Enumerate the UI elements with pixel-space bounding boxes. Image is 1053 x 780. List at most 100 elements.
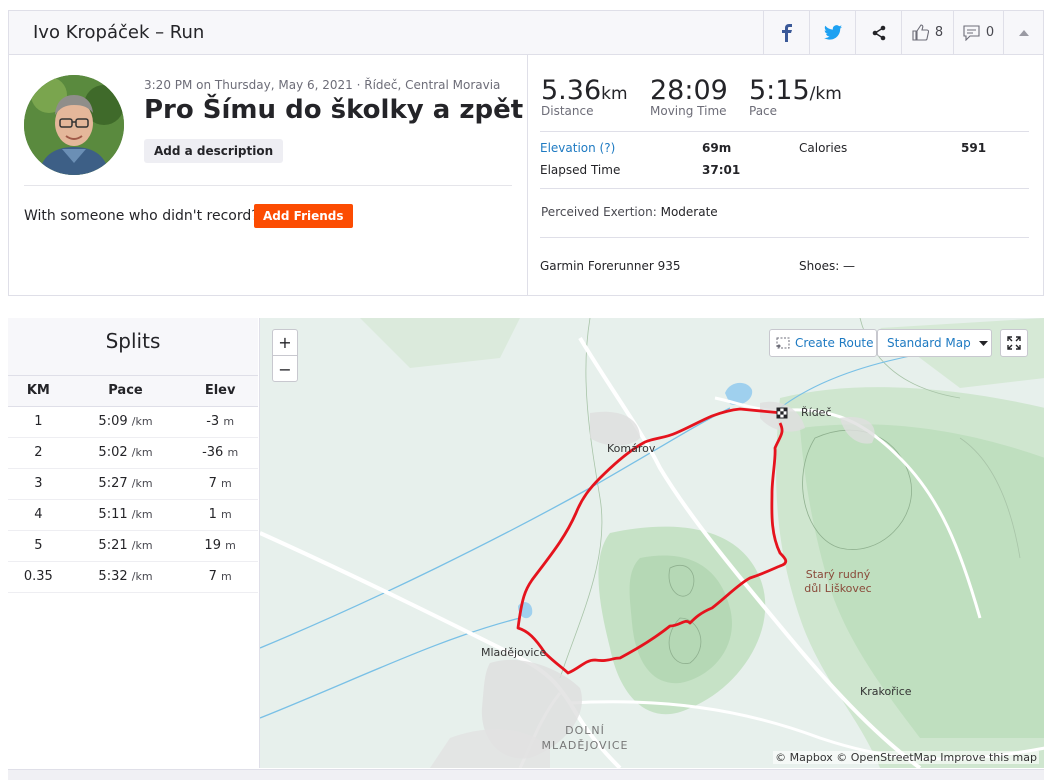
comments-button[interactable]: 0	[953, 11, 1003, 54]
column-header: Elev	[182, 376, 258, 407]
share-button[interactable]	[855, 11, 901, 54]
split-elev: 1 m	[182, 499, 258, 531]
zoom-out-button[interactable]: −	[273, 356, 297, 382]
comment-icon	[963, 24, 980, 41]
vertical-separator	[527, 55, 528, 296]
calories-label: Calories	[799, 141, 848, 155]
split-elev-value: -36	[202, 445, 224, 460]
map-style-select[interactable]: Standard Map	[877, 329, 992, 357]
split-elev-unit: m	[220, 477, 232, 490]
split-km: 0.35	[8, 561, 69, 593]
moving-time-value: 28:09	[650, 75, 728, 106]
collapse-button[interactable]	[1003, 11, 1043, 54]
caret-down-icon	[978, 340, 988, 346]
split-elev: 19 m	[182, 530, 258, 562]
divider	[24, 185, 512, 186]
split-pace: 5:11 /km	[68, 499, 183, 531]
facebook-share-button[interactable]	[763, 11, 809, 54]
split-row: 5 5:21 /km 19 m	[8, 530, 258, 562]
shoes-info: Shoes: —	[799, 259, 856, 273]
zoom-in-button[interactable]: +	[273, 330, 297, 356]
kudos-button[interactable]: 8	[901, 11, 953, 54]
split-pace-value: 5:09	[98, 414, 128, 429]
add-description-button[interactable]: Add a description	[144, 139, 284, 163]
pace-value: 5:15	[749, 75, 810, 106]
divider	[540, 188, 1029, 189]
split-elev-value: 1	[208, 507, 217, 522]
split-row: 2 5:02 /km -36 m	[8, 437, 258, 469]
resize-handle[interactable]	[8, 769, 1044, 780]
column-header: Pace	[68, 376, 183, 407]
facebook-icon	[781, 23, 792, 42]
split-pace-unit: /km	[131, 539, 153, 552]
split-elev-unit: m	[220, 570, 232, 583]
split-row: 0.35 5:32 /km 7 m	[8, 561, 258, 593]
split-elev: -36 m	[182, 437, 258, 469]
moving-time-label: Moving Time	[650, 104, 727, 118]
split-pace-value: 5:11	[98, 507, 128, 522]
splits-title: Splits	[8, 318, 258, 376]
with-someone-text: With someone who didn't record?	[24, 208, 259, 224]
settlement	[590, 411, 640, 446]
split-pace-unit: /km	[131, 508, 153, 521]
kudos-count: 8	[934, 25, 944, 40]
poi-label: Starý rudný důl Liškovec	[804, 568, 872, 595]
divider	[540, 131, 1029, 132]
split-pace: 5:21 /km	[68, 530, 183, 562]
column-header: KM	[8, 376, 69, 407]
place-label: Řídeč	[801, 406, 832, 419]
split-pace: 5:09 /km	[68, 406, 183, 438]
split-pace-value: 5:02	[98, 445, 128, 460]
twitter-icon	[823, 25, 842, 40]
split-elev-value: 7	[208, 569, 217, 584]
split-km: 1	[8, 406, 69, 438]
stat-pace: 5:15/km Pace	[749, 75, 842, 118]
fullscreen-button[interactable]	[1000, 329, 1028, 357]
stat-moving-time: 28:09 Moving Time	[650, 75, 728, 118]
zoom-controls: + −	[272, 329, 298, 382]
split-pace-value: 5:32	[98, 569, 128, 584]
activity-summary: 3:20 PM on Thursday, May 6, 2021 · Řídeč…	[8, 55, 1044, 296]
forest-area	[360, 318, 520, 368]
split-km: 4	[8, 499, 69, 531]
split-pace-unit: /km	[131, 446, 153, 459]
caret-up-icon	[1018, 29, 1029, 36]
athlete-avatar[interactable]	[24, 75, 124, 175]
split-pace-unit: /km	[131, 570, 153, 583]
split-pace-value: 5:27	[98, 476, 128, 491]
contour-line	[559, 318, 603, 679]
map-canvas	[260, 318, 1044, 768]
add-friends-button[interactable]: Add Friends	[254, 204, 353, 228]
split-elev-value: 7	[208, 476, 217, 491]
finish-flag-icon	[776, 407, 788, 419]
pace-label: Pace	[749, 104, 778, 118]
split-row: 3 5:27 /km 7 m	[8, 468, 258, 500]
avatar-photo	[24, 75, 124, 175]
split-pace: 5:32 /km	[68, 561, 183, 593]
create-route-button[interactable]: Create Route	[769, 329, 877, 357]
split-elev: 7 m	[182, 468, 258, 500]
comments-count: 0	[985, 25, 995, 40]
perceived-exertion-value: Moderate	[660, 205, 718, 219]
map-attribution[interactable]: © Mapbox © OpenStreetMap Improve this ma…	[773, 751, 1039, 764]
splits-panel: Splits KM Pace Elev 1 5:09 /km -3 m 2 5:02 /…	[8, 318, 258, 768]
split-elev-value: 19	[204, 538, 221, 553]
split-km: 3	[8, 468, 69, 500]
activity-title: Pro Šímu do školky a zpět	[144, 95, 524, 125]
fullscreen-icon	[1007, 336, 1021, 350]
distance-unit: km	[601, 84, 628, 104]
route-map[interactable]: Řídeč Komárov Mladějovice Krakořice Star…	[259, 318, 1044, 768]
split-elev-unit: m	[227, 446, 239, 459]
place-label: Krakořice	[860, 685, 912, 698]
split-elev-value: -3	[206, 414, 220, 429]
pace-unit: /km	[809, 84, 842, 104]
twitter-share-button[interactable]	[809, 11, 855, 54]
create-route-label: Create Route	[795, 336, 874, 350]
elevation-label[interactable]: Elevation (?)	[540, 141, 615, 155]
thumbs-up-icon	[912, 24, 929, 41]
perceived-exertion: Perceived Exertion: Moderate	[541, 205, 718, 219]
stream	[260, 617, 521, 719]
distance-label: Distance	[541, 104, 594, 118]
place-label: Mladějovice	[481, 646, 547, 659]
activity-datetime: 3:20 PM on Thursday, May 6, 2021 · Řídeč…	[144, 78, 501, 92]
